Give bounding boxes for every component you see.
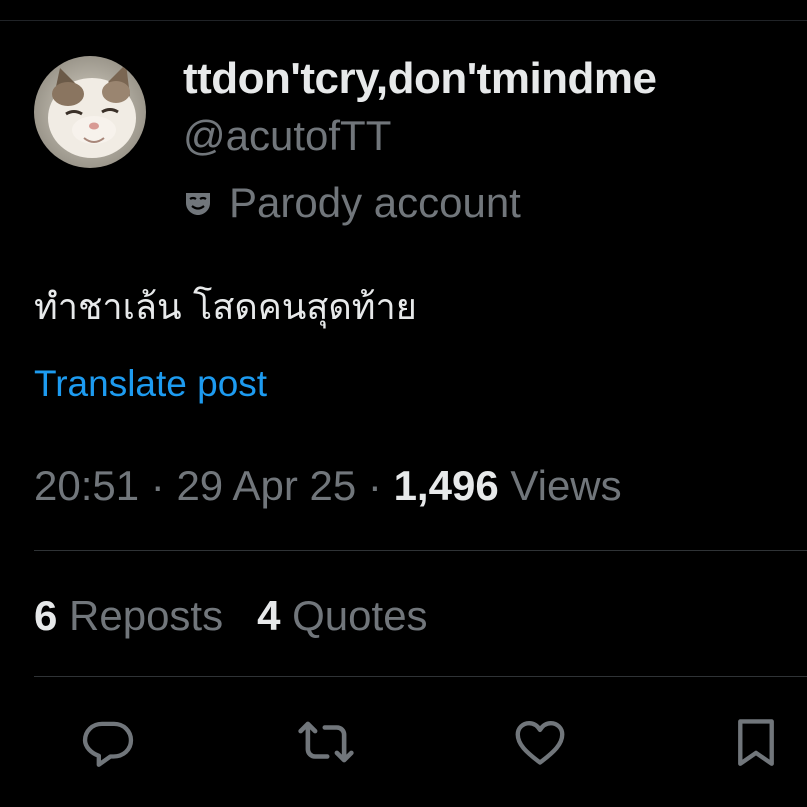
user-handle[interactable]: @acutofTT bbox=[183, 112, 391, 160]
top-divider bbox=[0, 20, 807, 21]
quotes-stat[interactable]: 4 Quotes bbox=[257, 592, 427, 640]
quotes-count: 4 bbox=[257, 592, 281, 639]
quotes-label: Quotes bbox=[280, 592, 428, 639]
like-button[interactable] bbox=[510, 712, 570, 772]
divider bbox=[34, 676, 807, 677]
reposts-label: Reposts bbox=[57, 592, 224, 639]
reply-button[interactable] bbox=[78, 712, 138, 772]
meta-separator: · bbox=[139, 462, 177, 509]
views-count: 1,496 bbox=[393, 462, 499, 509]
views-label: Views bbox=[498, 462, 622, 509]
parody-badge: Parody account bbox=[183, 178, 521, 228]
parody-label: Parody account bbox=[229, 179, 521, 226]
divider bbox=[34, 550, 807, 551]
engagement-stats: 6 Reposts 4 Quotes bbox=[34, 592, 428, 640]
bookmark-button[interactable] bbox=[726, 712, 786, 772]
reposts-stat[interactable]: 6 Reposts bbox=[34, 592, 223, 640]
display-name[interactable]: ttdon'tcry,don'tmindme bbox=[183, 54, 657, 104]
reposts-count: 6 bbox=[34, 592, 58, 639]
meta-separator: · bbox=[356, 462, 394, 509]
repost-icon bbox=[298, 721, 354, 763]
post-meta: 20:51 · 29 Apr 25 · 1,496 Views bbox=[34, 462, 622, 510]
action-bar bbox=[0, 712, 807, 782]
post-time[interactable]: 20:51 bbox=[34, 462, 139, 509]
like-icon bbox=[515, 720, 565, 765]
cat-avatar-icon bbox=[34, 56, 146, 168]
mask-icon bbox=[183, 188, 213, 218]
post-text: ทำชาเล้น โสดคนสุดท้าย bbox=[34, 287, 417, 328]
reply-icon bbox=[82, 721, 134, 767]
post-date[interactable]: 29 Apr 25 bbox=[176, 462, 356, 509]
repost-button[interactable] bbox=[296, 712, 356, 772]
translate-post-link[interactable]: Translate post bbox=[34, 363, 267, 405]
bookmark-icon bbox=[738, 719, 774, 766]
avatar[interactable] bbox=[34, 56, 146, 168]
